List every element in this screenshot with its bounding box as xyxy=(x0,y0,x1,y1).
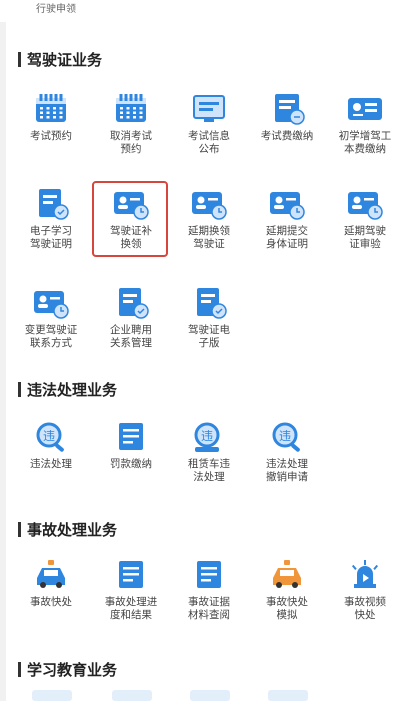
rental-car-icon: 违 xyxy=(189,420,229,454)
service-tile-label: 考试信息 公布 xyxy=(188,130,230,155)
service-tile-label: 企业聘用 关系管理 xyxy=(110,324,152,349)
service-tile[interactable]: 延期提交 身体证明 xyxy=(248,187,326,251)
fine-payment-icon xyxy=(111,420,151,454)
partial-icon xyxy=(32,690,72,701)
partial-icon xyxy=(190,690,230,701)
section-header: 驾驶证业务 xyxy=(18,48,102,70)
section-title: 驾驶证业务 xyxy=(27,50,103,69)
service-tile[interactable]: 事故快处 模拟 xyxy=(248,558,326,622)
service-tile-label: 取消考试 预约 xyxy=(110,130,152,155)
service-tile-label: 电子学习 驾驶证明 xyxy=(30,225,72,250)
service-tile[interactable]: 违违法处理 xyxy=(12,420,90,471)
partial-icon-row xyxy=(0,690,400,701)
video-siren-icon xyxy=(345,558,385,592)
service-tile[interactable]: 驾驶证电 子版 xyxy=(170,286,248,350)
service-tile[interactable]: 延期驾驶 证审验 xyxy=(326,187,400,251)
service-tile-label: 租赁车违 法处理 xyxy=(188,458,230,483)
service-tile[interactable]: 考试费缴纳 xyxy=(248,92,326,143)
service-tile[interactable]: 变更驾驶证 联系方式 xyxy=(12,286,90,350)
service-tile[interactable]: 电子学习 驾驶证明 xyxy=(12,187,90,251)
service-tile[interactable]: 考试预约 xyxy=(12,92,90,143)
svg-text:违: 违 xyxy=(201,429,213,443)
license-check-icon xyxy=(345,187,385,221)
service-tile-label: 事故证据 材料查阅 xyxy=(188,596,230,621)
service-tile-label: 驾驶证电 子版 xyxy=(188,324,230,349)
section-header-bar xyxy=(18,661,21,677)
monitor-icon xyxy=(189,92,229,126)
svg-text:违: 违 xyxy=(279,429,291,443)
highlight-box xyxy=(92,181,168,257)
service-tile[interactable]: 取消考试 预约 xyxy=(92,92,170,156)
section-header: 违法处理业务 xyxy=(18,378,117,400)
service-tile-label: 考试预约 xyxy=(30,130,72,142)
service-tile[interactable]: 事故证据 材料查阅 xyxy=(170,558,248,622)
document-icon xyxy=(31,187,71,221)
svg-text:违: 违 xyxy=(43,429,55,443)
license-clock-icon xyxy=(189,187,229,221)
service-tile[interactable]: 企业聘用 关系管理 xyxy=(92,286,170,350)
service-tile-label: 事故快处 模拟 xyxy=(266,596,308,621)
service-tile-label: 事故视频 快处 xyxy=(344,596,386,621)
service-tile[interactable]: 延期换领 驾驶证 xyxy=(170,187,248,251)
simulate-car-icon xyxy=(267,558,307,592)
section-header: 事故处理业务 xyxy=(18,518,117,540)
section-header-bar xyxy=(18,381,21,397)
section-title: 事故处理业务 xyxy=(27,520,118,539)
enterprise-doc-icon xyxy=(111,286,151,320)
service-tile[interactable]: 事故快处 xyxy=(12,558,90,609)
service-tile[interactable]: 违租赁车违 法处理 xyxy=(170,420,248,484)
service-tile-label: 变更驾驶证 联系方式 xyxy=(24,324,78,349)
e-license-icon xyxy=(189,286,229,320)
service-tile[interactable]: 事故处理进 度和结果 xyxy=(92,558,170,622)
id-card-icon xyxy=(345,92,385,126)
evidence-doc-icon xyxy=(189,558,229,592)
service-tile-label: 初学增驾工 本费缴纳 xyxy=(338,130,392,155)
service-tile[interactable]: 考试信息 公布 xyxy=(170,92,248,156)
section-header-bar xyxy=(18,521,21,537)
service-tile[interactable]: 初学增驾工 本费缴纳 xyxy=(326,92,400,156)
license-contact-icon xyxy=(31,286,71,320)
progress-doc-icon xyxy=(111,558,151,592)
service-tile[interactable]: 罚款缴纳 xyxy=(92,420,170,471)
service-tile-label: 考试费缴纳 xyxy=(260,130,314,142)
left-edge xyxy=(0,0,6,701)
service-tile-label: 违法处理 撤销申请 xyxy=(266,458,308,483)
previous-item-label: 行驶申领 xyxy=(36,4,76,15)
calendar-icon xyxy=(31,92,71,126)
service-tile-label: 事故处理进 度和结果 xyxy=(104,596,158,621)
service-tile-label: 事故快处 xyxy=(30,596,72,608)
section-header: 学习教育业务 xyxy=(18,658,117,680)
service-tile-label: 延期换领 驾驶证 xyxy=(188,225,230,250)
service-tile[interactable]: 事故视频 快处 xyxy=(326,558,400,622)
section-title: 违法处理业务 xyxy=(27,380,118,399)
service-tile-label: 罚款缴纳 xyxy=(110,458,152,470)
receipt-icon xyxy=(267,92,307,126)
service-tile-label: 违法处理 xyxy=(30,458,72,470)
service-tile-label: 延期提交 身体证明 xyxy=(266,225,308,250)
violation-search-icon: 违 xyxy=(31,420,71,454)
partial-icon xyxy=(268,690,308,701)
revoke-search-icon: 违 xyxy=(267,420,307,454)
section-title: 学习教育业务 xyxy=(27,660,118,679)
partial-icon xyxy=(112,690,152,701)
section-header-bar xyxy=(18,51,21,67)
license-plus-icon xyxy=(267,187,307,221)
car-accident-icon xyxy=(31,558,71,592)
calendar-cancel-icon xyxy=(111,92,151,126)
previous-section-remnant: 行驶申领 xyxy=(0,0,400,22)
service-tile[interactable]: 违违法处理 撤销申请 xyxy=(248,420,326,484)
service-tile-label: 延期驾驶 证审验 xyxy=(344,225,386,250)
